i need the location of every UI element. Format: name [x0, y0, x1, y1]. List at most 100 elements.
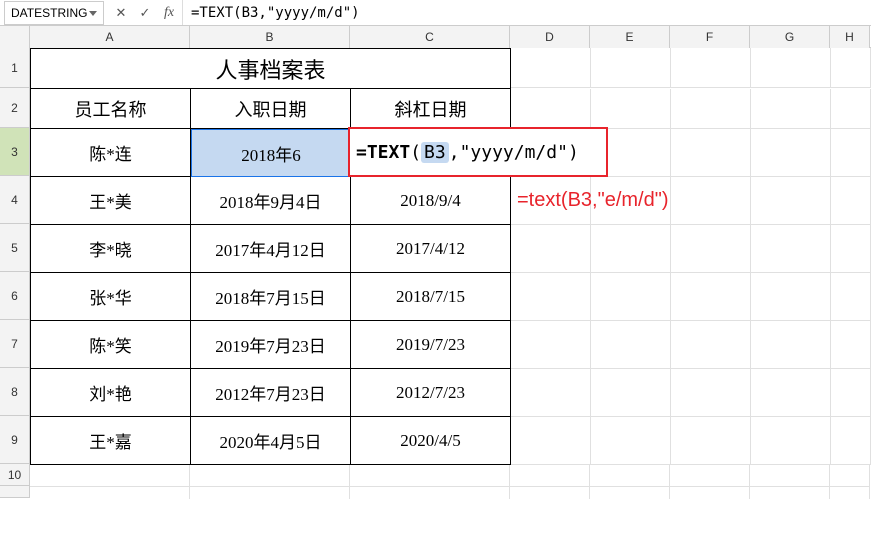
formula-edit-overlay[interactable]: =TEXT(B3,"yyyy/m/d"): [348, 127, 608, 177]
confirm-icon[interactable]: ✓: [138, 6, 152, 20]
cancel-icon[interactable]: ✕: [114, 6, 128, 20]
cell-d2[interactable]: [511, 89, 591, 129]
row-header-4[interactable]: 4: [0, 176, 30, 224]
cell-a11[interactable]: [30, 487, 190, 499]
cell-g5[interactable]: [751, 225, 831, 273]
cell-g11[interactable]: [750, 487, 830, 499]
col-header-h[interactable]: H: [830, 26, 870, 48]
cell-g4[interactable]: [751, 177, 831, 225]
cell-g3[interactable]: [751, 129, 831, 177]
cell-h9[interactable]: [831, 417, 871, 465]
cell-h8[interactable]: [831, 369, 871, 417]
cell-b4[interactable]: 2018年9月4日: [191, 177, 351, 225]
cell-h4[interactable]: [831, 177, 871, 225]
cell-c9[interactable]: 2020/4/5: [351, 417, 511, 465]
cell-h3[interactable]: [831, 129, 871, 177]
cell-d11[interactable]: [510, 487, 590, 499]
cell-e7[interactable]: [591, 321, 671, 369]
title-cell[interactable]: 人事档案表: [31, 49, 511, 89]
cell-g9[interactable]: [751, 417, 831, 465]
formula-input[interactable]: =TEXT(B3,"yyyy/m/d"): [183, 0, 871, 25]
row-header-2[interactable]: 2: [0, 88, 30, 128]
cell-h10[interactable]: [830, 465, 870, 487]
cell-f8[interactable]: [671, 369, 751, 417]
cell-e11[interactable]: [590, 487, 670, 499]
cell-e8[interactable]: [591, 369, 671, 417]
cell-c8[interactable]: 2012/7/23: [351, 369, 511, 417]
cell-c10[interactable]: [350, 465, 510, 487]
cell-f7[interactable]: [671, 321, 751, 369]
cell-f4[interactable]: [671, 177, 751, 225]
row-header-7[interactable]: 7: [0, 320, 30, 368]
col-header-c[interactable]: C: [350, 26, 510, 48]
cell-f10[interactable]: [670, 465, 750, 487]
header-hire-date[interactable]: 入职日期: [191, 89, 351, 129]
annotation-cell[interactable]: =text(B3,"e/m/d"): [511, 177, 591, 225]
cell-d1[interactable]: [511, 48, 591, 88]
select-all-corner[interactable]: [0, 26, 30, 48]
cell-f6[interactable]: [671, 273, 751, 321]
cell-d8[interactable]: [511, 369, 591, 417]
cell-e5[interactable]: [591, 225, 671, 273]
cell-f3[interactable]: [671, 129, 751, 177]
col-header-e[interactable]: E: [590, 26, 670, 48]
col-header-a[interactable]: A: [30, 26, 190, 48]
cell-h1[interactable]: [831, 48, 871, 88]
cell-a6[interactable]: 张*华: [31, 273, 191, 321]
cell-b11[interactable]: [190, 487, 350, 499]
cell-f9[interactable]: [671, 417, 751, 465]
cell-g10[interactable]: [750, 465, 830, 487]
cell-b6[interactable]: 2018年7月15日: [191, 273, 351, 321]
cell-a4[interactable]: 王*美: [31, 177, 191, 225]
cell-h5[interactable]: [831, 225, 871, 273]
cell-b9[interactable]: 2020年4月5日: [191, 417, 351, 465]
cell-e1[interactable]: [591, 48, 671, 88]
cell-e4[interactable]: [591, 177, 671, 225]
cell-f5[interactable]: [671, 225, 751, 273]
cell-h7[interactable]: [831, 321, 871, 369]
cell-b5[interactable]: 2017年4月12日: [191, 225, 351, 273]
row-header-10[interactable]: 10: [0, 464, 30, 486]
cell-a10[interactable]: [30, 465, 190, 487]
row-header-11[interactable]: [0, 486, 30, 498]
cell-c11[interactable]: [350, 487, 510, 499]
header-name[interactable]: 员工名称: [31, 89, 191, 129]
cell-c5[interactable]: 2017/4/12: [351, 225, 511, 273]
cell-g7[interactable]: [751, 321, 831, 369]
cell-a9[interactable]: 王*嘉: [31, 417, 191, 465]
cell-f11[interactable]: [670, 487, 750, 499]
cell-a7[interactable]: 陈*笑: [31, 321, 191, 369]
col-header-f[interactable]: F: [670, 26, 750, 48]
cell-c4[interactable]: 2018/9/4: [351, 177, 511, 225]
cell-e6[interactable]: [591, 273, 671, 321]
name-box[interactable]: DATESTRING: [4, 1, 104, 25]
cell-b8[interactable]: 2012年7月23日: [191, 369, 351, 417]
cell-f2[interactable]: [671, 89, 751, 129]
row-header-3[interactable]: 3: [0, 128, 30, 176]
cell-b7[interactable]: 2019年7月23日: [191, 321, 351, 369]
col-header-g[interactable]: G: [750, 26, 830, 48]
cell-f1[interactable]: [671, 48, 751, 88]
cell-c7[interactable]: 2019/7/23: [351, 321, 511, 369]
cell-h6[interactable]: [831, 273, 871, 321]
row-header-5[interactable]: 5: [0, 224, 30, 272]
cell-e10[interactable]: [590, 465, 670, 487]
cell-g6[interactable]: [751, 273, 831, 321]
cell-h2[interactable]: [831, 89, 871, 129]
cell-a5[interactable]: 李*晓: [31, 225, 191, 273]
row-header-9[interactable]: 9: [0, 416, 30, 464]
cell-a3[interactable]: 陈*连: [31, 129, 191, 177]
header-slash-date[interactable]: 斜杠日期: [351, 89, 511, 129]
cell-d7[interactable]: [511, 321, 591, 369]
cell-e2[interactable]: [591, 89, 671, 129]
cell-d9[interactable]: [511, 417, 591, 465]
cell-h11[interactable]: [830, 487, 870, 499]
row-header-8[interactable]: 8: [0, 368, 30, 416]
cell-g1[interactable]: [751, 48, 831, 88]
cell-e9[interactable]: [591, 417, 671, 465]
fx-icon[interactable]: fx: [162, 6, 176, 20]
cell-d5[interactable]: [511, 225, 591, 273]
col-header-d[interactable]: D: [510, 26, 590, 48]
row-header-1[interactable]: 1: [0, 48, 30, 88]
cell-b3[interactable]: 2018年6: [191, 129, 351, 177]
